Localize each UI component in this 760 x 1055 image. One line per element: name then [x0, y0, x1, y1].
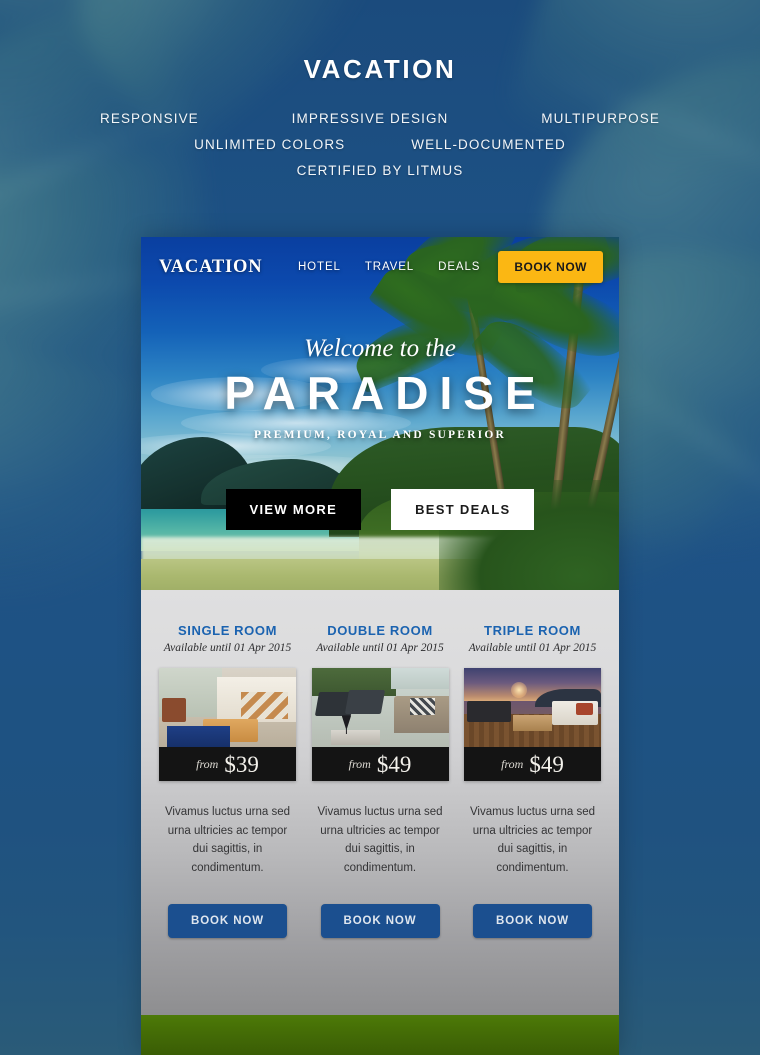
- footer-strip: [141, 1015, 619, 1055]
- price-prefix: from: [501, 756, 524, 771]
- room-title: TRIPLE ROOM: [484, 623, 581, 638]
- room-card: TRIPLE ROOM Available until 01 Apr 2015 …: [464, 623, 601, 938]
- sunset-deck-photo: [464, 668, 601, 747]
- nav-book-now-button[interactable]: BOOK NOW: [498, 251, 603, 283]
- email-navbar: VACATION HOTEL TRAVEL DEALS BOOK NOW: [141, 237, 619, 297]
- feature-item-responsive: RESPONSIVE: [100, 111, 199, 126]
- nav-link-deals[interactable]: DEALS: [438, 261, 480, 273]
- hero-cta-group: VIEW MORE BEST DEALS: [141, 489, 619, 530]
- room-thumbnail[interactable]: from $49: [464, 668, 601, 781]
- patio-lounge-photo: [311, 668, 449, 747]
- feature-row: RESPONSIVE IMPRESSIVE DESIGN MULTIPURPOS…: [92, 111, 668, 126]
- hero-copy: Welcome to the PARADISE PREMIUM, ROYAL A…: [141, 335, 619, 441]
- rooms-section: SINGLE ROOM Available until 01 Apr 2015 …: [141, 590, 619, 1015]
- room-thumbnail[interactable]: from $49: [311, 668, 449, 781]
- price-prefix: from: [196, 756, 219, 771]
- feature-row: CERTIFIED BY LITMUS: [92, 163, 668, 178]
- feature-list: RESPONSIVE IMPRESSIVE DESIGN MULTIPURPOS…: [0, 111, 760, 178]
- room-description: Vivamus luctus urna sed urna ultricies a…: [164, 806, 291, 874]
- feature-item-unlimited-colors: UNLIMITED COLORS: [194, 137, 346, 152]
- room-thumbnail[interactable]: from $39: [159, 668, 296, 781]
- hero-headline: PARADISE: [224, 367, 547, 419]
- room-book-now-button[interactable]: BOOK NOW: [473, 903, 592, 938]
- price-amount: $39: [224, 751, 259, 777]
- feature-item-multipurpose: MULTIPURPOSE: [541, 111, 660, 126]
- room-price-bar: from $49: [311, 747, 449, 781]
- email-template-preview: VACATION HOTEL TRAVEL DEALS BOOK NOW Wel…: [141, 237, 619, 1055]
- room-availability: Available until 01 Apr 2015: [163, 642, 292, 654]
- room-description: Vivamus luctus urna sed urna ultricies a…: [317, 806, 443, 874]
- feature-row: UNLIMITED COLORS WELL-DOCUMENTED: [92, 137, 668, 152]
- feature-item-impressive-design: IMPRESSIVE DESIGN: [291, 111, 449, 126]
- room-card: SINGLE ROOM Available until 01 Apr 2015 …: [159, 623, 296, 938]
- hotel-bedroom-photo: [159, 668, 296, 747]
- best-deals-button[interactable]: BEST DEALS: [391, 489, 535, 530]
- hero-section: VACATION HOTEL TRAVEL DEALS BOOK NOW Wel…: [141, 237, 619, 590]
- room-title: DOUBLE ROOM: [327, 623, 433, 638]
- price-amount: $49: [529, 751, 564, 777]
- page-header: VACATION RESPONSIVE IMPRESSIVE DESIGN MU…: [0, 0, 760, 178]
- email-nav-links: HOTEL TRAVEL DEALS: [298, 261, 480, 273]
- room-card: DOUBLE ROOM Available until 01 Apr 2015 …: [311, 623, 449, 938]
- email-logo: VACATION: [159, 256, 263, 277]
- price-amount: $49: [376, 751, 412, 777]
- room-availability: Available until 01 Apr 2015: [468, 642, 597, 654]
- nav-link-hotel[interactable]: HOTEL: [298, 261, 341, 273]
- feature-item-well-documented: WELL-DOCUMENTED: [411, 137, 566, 152]
- room-price-bar: from $39: [159, 747, 296, 781]
- hero-eyebrow: Welcome to the: [304, 335, 456, 362]
- nav-link-travel[interactable]: TRAVEL: [365, 261, 414, 273]
- hero-subtitle: PREMIUM, ROYAL AND SUPERIOR: [254, 429, 506, 442]
- room-availability: Available until 01 Apr 2015: [316, 642, 444, 654]
- rooms-grid: SINGLE ROOM Available until 01 Apr 2015 …: [159, 623, 601, 938]
- price-prefix: from: [348, 756, 371, 771]
- room-description: Vivamus luctus urna sed urna ultricies a…: [469, 806, 596, 874]
- feature-item-certified-by-litmus: CERTIFIED BY LITMUS: [296, 163, 464, 178]
- view-more-button[interactable]: VIEW MORE: [225, 489, 362, 530]
- room-book-now-button[interactable]: BOOK NOW: [320, 903, 440, 938]
- page-title: VACATION: [303, 54, 457, 84]
- room-book-now-button[interactable]: BOOK NOW: [168, 903, 287, 938]
- room-price-bar: from $49: [464, 747, 601, 781]
- room-title: SINGLE ROOM: [177, 623, 278, 638]
